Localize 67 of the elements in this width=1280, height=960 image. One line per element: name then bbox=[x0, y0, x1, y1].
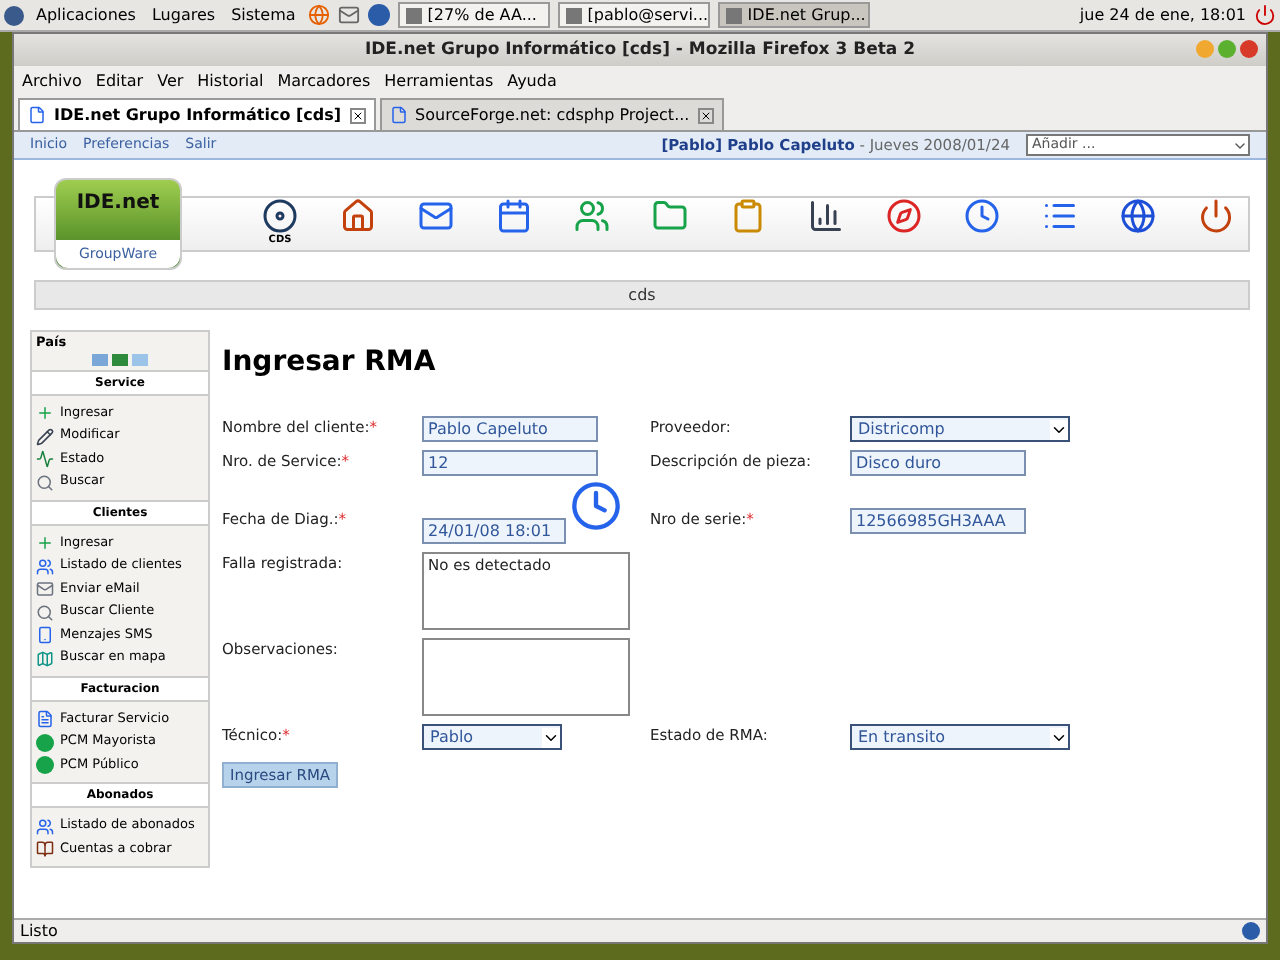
document-icon bbox=[36, 710, 54, 728]
menu-item[interactable]: Ver bbox=[157, 70, 184, 94]
page-icon bbox=[389, 106, 408, 124]
users-icon bbox=[36, 557, 54, 575]
clipboard-icon bbox=[730, 198, 766, 235]
clock-icon[interactable] bbox=[570, 480, 622, 532]
task-button[interactable]: [27% de AA... bbox=[397, 2, 550, 28]
text-field[interactable]: Disco duro bbox=[850, 450, 1026, 476]
status-icon bbox=[36, 450, 54, 468]
status-text: Listo bbox=[20, 919, 58, 943]
house-icon bbox=[340, 198, 376, 235]
compass-icon bbox=[886, 198, 922, 235]
dropdown[interactable]: En transito bbox=[850, 724, 1070, 750]
mail-icon[interactable] bbox=[337, 4, 360, 26]
page-title: Ingresar RMA bbox=[222, 344, 438, 382]
pencil-icon bbox=[36, 427, 54, 445]
menu-item[interactable]: Herramientas bbox=[384, 70, 494, 94]
caret-icon bbox=[1050, 727, 1068, 747]
users-icon bbox=[574, 198, 610, 235]
close-icon[interactable] bbox=[349, 107, 366, 123]
section-bar: cds bbox=[34, 280, 1250, 310]
search-icon bbox=[36, 473, 54, 491]
panel-menu[interactable]: Lugares bbox=[147, 3, 220, 27]
clock-icon bbox=[964, 198, 1000, 235]
task-button[interactable]: [pablo@servi... bbox=[557, 2, 710, 28]
phone-icon bbox=[36, 626, 54, 644]
window-title: IDE.net Grupo Informático [cds] - Mozilla Firefox 3 Beta 2 bbox=[364, 37, 916, 63]
date-field[interactable]: 24/01/08 18:01 bbox=[422, 518, 566, 544]
browser-tab[interactable]: SourceForge.net: cdsphp Project... bbox=[379, 98, 724, 130]
menu-item[interactable]: Marcadores bbox=[277, 70, 371, 94]
task-button[interactable]: IDE.net Grup... bbox=[717, 2, 870, 28]
browser-tab[interactable]: IDE.net Grupo Informático [cds] bbox=[18, 98, 376, 130]
chart-icon bbox=[808, 198, 844, 235]
menu-item[interactable]: Archivo bbox=[22, 70, 82, 94]
disc-icon bbox=[262, 198, 298, 235]
globe-icon bbox=[1120, 198, 1156, 235]
plus-icon bbox=[36, 534, 54, 552]
power-icon[interactable] bbox=[1254, 4, 1276, 26]
text-area[interactable] bbox=[422, 638, 630, 716]
calendar-icon bbox=[496, 198, 532, 235]
panel-menu[interactable]: Aplicaciones bbox=[32, 3, 140, 27]
text-field[interactable]: 12566985GH3AAA bbox=[850, 508, 1026, 534]
close-button[interactable] bbox=[1240, 40, 1258, 58]
text-field[interactable]: 12 bbox=[422, 450, 598, 476]
map-icon bbox=[36, 649, 54, 667]
caret-icon bbox=[1050, 419, 1068, 439]
close-icon[interactable] bbox=[697, 107, 714, 123]
page-icon bbox=[28, 106, 46, 124]
logo-text: IDE.net bbox=[76, 190, 160, 218]
users-icon bbox=[36, 817, 54, 835]
plus-icon bbox=[36, 404, 54, 422]
menu-item[interactable]: Editar bbox=[95, 70, 144, 94]
dropdown[interactable]: Pablo bbox=[422, 724, 562, 750]
book-icon bbox=[36, 840, 54, 858]
text-field[interactable]: Pablo Capeluto bbox=[422, 416, 598, 442]
folder-icon bbox=[652, 198, 688, 235]
mail-icon bbox=[36, 580, 54, 598]
panel-menu[interactable]: Sistema bbox=[227, 3, 300, 27]
search-icon bbox=[36, 603, 54, 621]
clock-text[interactable]: jue 24 de ene, 18:01 bbox=[1079, 3, 1246, 27]
menu-item[interactable]: Ayuda bbox=[507, 70, 557, 94]
dropdown[interactable]: Districomp bbox=[850, 416, 1070, 442]
menu-item[interactable]: Historial bbox=[197, 70, 264, 94]
mail-icon bbox=[418, 198, 454, 235]
caret-icon bbox=[542, 727, 560, 747]
globe-icon[interactable] bbox=[307, 4, 330, 26]
power-icon bbox=[1198, 198, 1234, 235]
